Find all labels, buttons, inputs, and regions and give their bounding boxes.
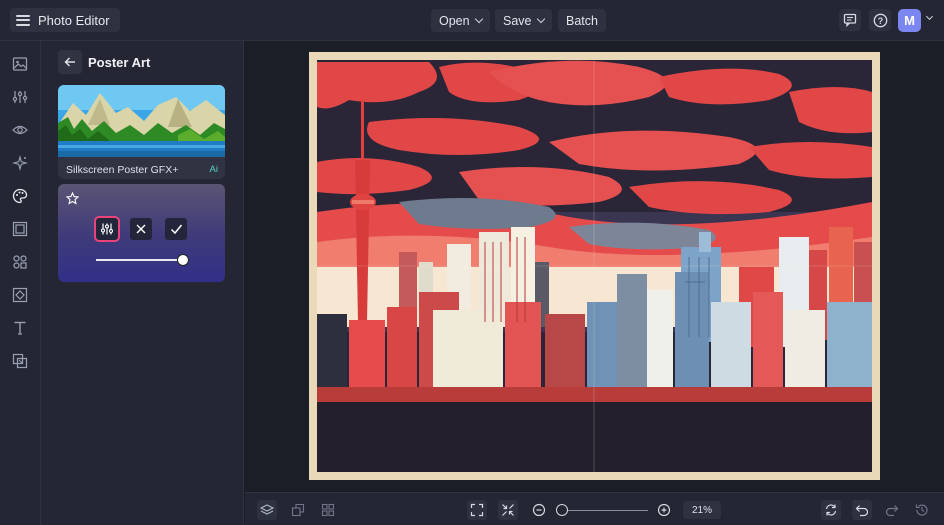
redo-icon[interactable] [882, 500, 902, 520]
check-icon [170, 224, 182, 235]
intensity-slider-handle[interactable] [177, 254, 189, 266]
sliders-icon [100, 223, 114, 235]
effect-card[interactable]: Silkscreen Poster GFX+ Ai [58, 85, 225, 179]
feedback-button[interactable] [839, 9, 861, 31]
app-title: Photo Editor [38, 12, 110, 28]
resize-icon[interactable] [288, 500, 308, 520]
fit-screen-icon[interactable] [467, 500, 487, 520]
batch-button[interactable]: Batch [558, 9, 606, 32]
text-icon[interactable] [11, 319, 29, 337]
zoom-in-icon[interactable] [654, 500, 674, 520]
app-menu-button[interactable]: Photo Editor [10, 8, 120, 32]
back-button[interactable] [58, 50, 82, 74]
texture-icon[interactable] [11, 286, 29, 304]
close-icon [136, 224, 146, 234]
frame-icon[interactable] [11, 220, 29, 238]
grid-icon[interactable] [318, 500, 338, 520]
palette-icon[interactable] [11, 187, 29, 205]
arrow-left-icon [64, 57, 75, 67]
poster-image[interactable] [309, 52, 880, 480]
effect-settings [58, 184, 225, 282]
effect-name: Silkscreen Poster GFX+ [66, 164, 179, 176]
zoom-level[interactable]: 21% [683, 501, 721, 519]
favorite-button[interactable] [66, 192, 79, 205]
svg-text:?: ? [877, 15, 883, 25]
tool-rail [0, 41, 41, 525]
cancel-button[interactable] [130, 218, 152, 240]
account-chevron-icon[interactable] [925, 12, 934, 21]
avatar[interactable]: M [898, 9, 921, 32]
batch-label: Batch [566, 13, 598, 28]
zoom-out-icon[interactable] [529, 500, 549, 520]
bottom-toolbar: 21% [245, 492, 944, 525]
history-icon[interactable] [912, 500, 932, 520]
ai-badge: Ai [209, 164, 218, 175]
effect-thumbnail [58, 85, 225, 157]
adjust-icon[interactable] [11, 88, 29, 106]
graphics-icon[interactable] [11, 253, 29, 271]
top-bar: Photo Editor Open Save Batch ? M [0, 0, 944, 41]
zoom-slider[interactable] [558, 510, 648, 511]
layers-overlay-icon[interactable] [11, 352, 29, 370]
refresh-icon[interactable] [821, 500, 841, 520]
settings-button[interactable] [94, 216, 120, 242]
help-button[interactable]: ? [869, 9, 891, 31]
open-menu-button[interactable]: Open [431, 9, 490, 32]
eye-icon[interactable] [11, 121, 29, 139]
apply-button[interactable] [165, 218, 187, 240]
panel-title: Poster Art [88, 55, 151, 70]
actual-size-icon[interactable] [498, 500, 518, 520]
save-menu-button[interactable]: Save [495, 9, 552, 32]
star-icon [66, 192, 79, 205]
save-label: Save [503, 13, 532, 28]
zoom-slider-handle[interactable] [556, 504, 568, 516]
open-label: Open [439, 13, 470, 28]
hamburger-icon [16, 14, 30, 26]
undo-icon[interactable] [852, 500, 872, 520]
help-icon: ? [873, 13, 887, 27]
image-icon[interactable] [11, 55, 29, 73]
chevron-down-icon [536, 14, 545, 23]
chevron-down-icon [474, 14, 483, 23]
intensity-slider[interactable] [96, 259, 184, 261]
layers-icon[interactable] [257, 500, 277, 520]
effect-panel: Poster Art Silkscreen Poster GFX+ Ai [41, 41, 244, 525]
effects-icon[interactable] [11, 154, 29, 172]
chat-icon [843, 13, 857, 27]
